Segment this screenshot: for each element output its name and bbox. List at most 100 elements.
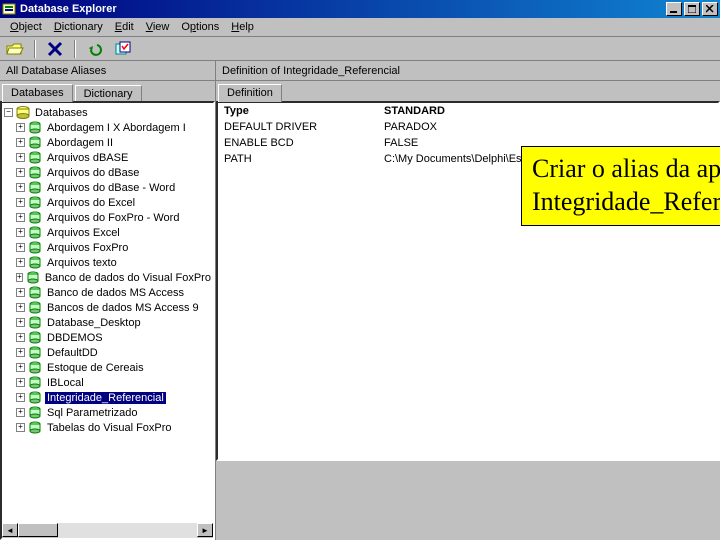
close-button[interactable] <box>702 2 718 16</box>
tree-root[interactable]: − Databases <box>4 105 211 120</box>
tree-item-label: Bancos de dados MS Access 9 <box>45 302 201 314</box>
tree-item[interactable]: + IBLocal <box>4 375 211 390</box>
expand-icon[interactable]: + <box>16 333 25 342</box>
scroll-left-button[interactable]: ◄ <box>2 523 18 537</box>
expand-icon[interactable]: + <box>16 138 25 147</box>
undo-button[interactable] <box>84 39 106 59</box>
expand-icon[interactable]: + <box>16 303 25 312</box>
expand-icon[interactable]: + <box>16 243 25 252</box>
toolbar-divider <box>74 40 76 58</box>
database-icon <box>28 196 42 209</box>
expand-icon[interactable]: + <box>16 318 25 327</box>
expand-icon[interactable]: + <box>16 168 25 177</box>
database-icon <box>26 271 40 284</box>
tree-item[interactable]: + Integridade_Referencial <box>4 390 211 405</box>
tree-item-label: Integridade_Referencial <box>45 392 166 404</box>
database-icon <box>28 421 42 434</box>
open-button[interactable] <box>4 39 26 59</box>
menu-options[interactable]: Options <box>175 20 225 34</box>
expand-icon[interactable]: + <box>16 363 25 372</box>
database-icon <box>28 211 42 224</box>
menu-dictionary[interactable]: Dictionary <box>48 20 109 34</box>
database-tree[interactable]: − Databases+Abordagem I X Abordagem I+Abo… <box>2 103 213 538</box>
expand-icon[interactable]: + <box>16 213 25 222</box>
menu-object[interactable]: Object <box>4 20 48 34</box>
toolbar-divider <box>34 40 36 58</box>
tree-item[interactable]: + Bancos de dados MS Access 9 <box>4 300 211 315</box>
expand-icon[interactable]: + <box>16 273 23 282</box>
tab-databases[interactable]: Databases <box>2 84 73 102</box>
tree-item[interactable]: +Banco de dados do Visual FoxPro <box>4 270 211 285</box>
database-icon <box>28 151 42 164</box>
right-pane: Definition Type STANDARD DEFAULT DRIVER … <box>216 81 720 540</box>
expand-icon[interactable]: + <box>16 153 25 162</box>
tree-item[interactable]: + Arquivos do dBase - Word <box>4 180 211 195</box>
tree-item[interactable]: +Database_Desktop <box>4 315 211 330</box>
menu-edit[interactable]: Edit <box>109 20 140 34</box>
menu-help[interactable]: Help <box>225 20 260 34</box>
tree-item[interactable]: +Arquivos do Excel <box>4 195 211 210</box>
content-area: Databases Dictionary −Databases+Abordage… <box>0 81 720 540</box>
tree-item-label: Arquivos Excel <box>45 227 122 239</box>
tree-item[interactable]: + Arquivos texto <box>4 255 211 270</box>
cell-key: PATH <box>218 151 378 167</box>
database-icon <box>28 331 42 344</box>
apply-button[interactable] <box>112 39 134 59</box>
delete-button[interactable] <box>44 39 66 59</box>
scroll-track[interactable] <box>58 523 197 538</box>
tree-item[interactable]: + Arquivos do FoxPro - Word <box>4 210 211 225</box>
scroll-thumb[interactable] <box>18 523 58 537</box>
tree-item[interactable]: +Estoque de Cereais <box>4 360 211 375</box>
minimize-button[interactable] <box>666 2 682 16</box>
tree-item[interactable]: + DBDEMOS <box>4 330 211 345</box>
tree-item[interactable]: + Arquivos Excel <box>4 225 211 240</box>
tree-item[interactable]: + Arquivos dBASE <box>4 150 211 165</box>
tab-definition[interactable]: Definition <box>218 84 282 102</box>
cell-key: ENABLE BCD <box>218 135 378 151</box>
expand-icon[interactable]: + <box>16 348 25 357</box>
expand-icon[interactable]: + <box>16 228 25 237</box>
window-title: Database Explorer <box>20 3 664 15</box>
tree-item[interactable]: +DefaultDD <box>4 345 211 360</box>
menubar: Object Dictionary Edit View Options Help <box>0 18 720 37</box>
tree-root-label: Databases <box>33 107 90 119</box>
expand-icon[interactable]: + <box>16 288 25 297</box>
tree-item[interactable]: +Arquivos FoxPro <box>4 240 211 255</box>
expand-icon[interactable]: + <box>16 198 25 207</box>
annotation-callout: Criar o alias da aplicação: Integridade_… <box>521 146 720 226</box>
database-icon <box>28 121 42 134</box>
tree-item[interactable]: +Sql Parametrizado <box>4 405 211 420</box>
expand-icon[interactable]: + <box>16 393 25 402</box>
tree-item-label: Arquivos dBASE <box>45 152 130 164</box>
expand-icon[interactable]: + <box>16 183 25 192</box>
tree-item-label: Arquivos texto <box>45 257 119 269</box>
callout-line1: Criar o alias da aplicação: <box>532 153 720 186</box>
scroll-right-button[interactable]: ► <box>197 523 213 537</box>
tree-item-label: IBLocal <box>45 377 86 389</box>
cell-value: PARADOX <box>378 119 443 135</box>
table-row[interactable]: DEFAULT DRIVER PARADOX <box>218 119 718 135</box>
maximize-button[interactable] <box>684 2 700 16</box>
toolbar <box>0 37 720 61</box>
expand-icon[interactable]: + <box>16 258 25 267</box>
tree-item[interactable]: +Arquivos do dBase <box>4 165 211 180</box>
database-icon <box>28 136 42 149</box>
expand-icon[interactable]: + <box>16 123 25 132</box>
tree-item-label: Arquivos do dBase - Word <box>45 182 177 194</box>
horizontal-scrollbar[interactable]: ◄ ► <box>2 522 213 538</box>
tree-item[interactable]: +Banco de dados MS Access <box>4 285 211 300</box>
database-icon <box>28 286 42 299</box>
tree-item-label: Arquivos do FoxPro - Word <box>45 212 181 224</box>
tree-item[interactable]: + Tabelas do Visual FoxPro <box>4 420 211 435</box>
expand-icon[interactable]: + <box>16 408 25 417</box>
expand-icon[interactable]: + <box>16 378 25 387</box>
expand-icon[interactable]: + <box>16 423 25 432</box>
tree-item[interactable]: +Abordagem II <box>4 135 211 150</box>
database-icon <box>28 316 42 329</box>
collapse-icon[interactable]: − <box>4 108 13 117</box>
tree-item-label: DBDEMOS <box>45 332 105 344</box>
menu-view[interactable]: View <box>140 20 176 34</box>
tree-item-label: Tabelas do Visual FoxPro <box>45 422 174 434</box>
tree-item[interactable]: +Abordagem I X Abordagem I <box>4 120 211 135</box>
right-pane-label: Definition of Integridade_Referencial <box>216 61 720 80</box>
